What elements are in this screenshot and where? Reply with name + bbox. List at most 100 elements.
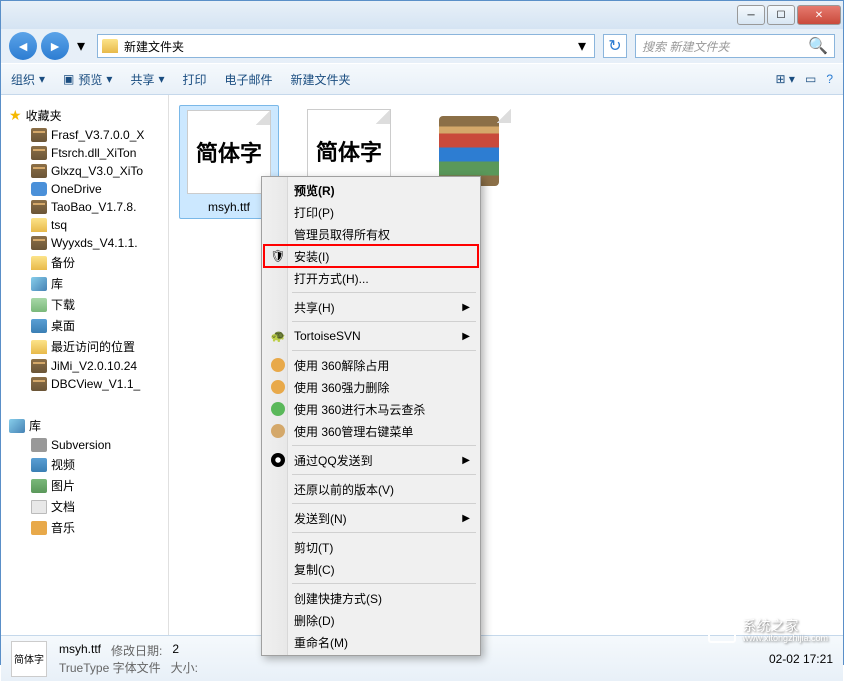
maximize-button[interactable]: ☐ — [767, 5, 795, 25]
menu-item[interactable]: 通过QQ发送到▶ — [264, 449, 478, 471]
folder-icon — [102, 39, 118, 53]
status-right: 02-02 17:21 — [769, 652, 833, 666]
turtle-icon: 🐢 — [270, 328, 286, 344]
watermark: 系统之家 www.xitongzhijia.com — [708, 619, 828, 644]
explorer-window: ─ ☐ ✕ ◄ ► ▾ 新建文件夹 ▾ ↻ 搜索 新建文件夹 🔍 组织 ▾ ▣ … — [0, 0, 844, 665]
refresh-button[interactable]: ↻ — [603, 34, 627, 58]
context-menu: 预览(R) 打印(P)管理员取得所有权 🛡 安装(I) 打开方式(H)... 共享(H)▶… — [261, 176, 481, 656]
libraries-header[interactable]: 库 — [9, 415, 160, 436]
address-text: 新建文件夹 — [124, 38, 574, 55]
menu-item[interactable]: 打开方式(H)... — [264, 267, 478, 289]
menu-label: 安装(I) — [294, 248, 329, 265]
menu-item[interactable]: 🛡 安装(I) — [264, 245, 478, 267]
library-icon — [31, 277, 47, 291]
sidebar-item[interactable]: 备份 — [9, 252, 160, 273]
archive-icon — [31, 128, 47, 142]
back-button[interactable]: ◄ — [9, 32, 37, 60]
menu-label: 通过QQ发送到 — [294, 452, 373, 469]
menu-label: 剪切(T) — [294, 539, 333, 556]
menu-item[interactable]: 预览(R) — [264, 179, 478, 201]
font-thumbnail: 简体字 — [187, 110, 271, 194]
sidebar-item[interactable]: 最近访问的位置 — [9, 336, 160, 357]
sidebar-item[interactable]: 音乐 — [9, 517, 160, 538]
organize-menu[interactable]: 组织 ▾ — [11, 71, 45, 88]
menu-item[interactable]: 复制(C) — [264, 558, 478, 580]
star-icon: ★ — [9, 107, 22, 124]
archive-icon — [31, 377, 47, 391]
watermark-icon — [708, 619, 736, 643]
sidebar-item[interactable]: 视频 — [9, 454, 160, 475]
libraries-section: 库 Subversion 视频 图片 文档 音乐 — [1, 411, 168, 542]
status-date-label: 修改日期: — [111, 642, 162, 659]
new-folder-button[interactable]: 新建文件夹 — [291, 71, 351, 88]
360gold-icon — [270, 423, 286, 439]
preview-button[interactable]: ▣ 预览 ▾ — [63, 71, 112, 88]
print-button[interactable]: 打印 — [182, 71, 206, 88]
menu-item[interactable]: 还原以前的版本(V) — [264, 478, 478, 500]
picture-icon — [31, 479, 47, 493]
sidebar-item[interactable]: tsq — [9, 216, 160, 234]
menu-item[interactable]: 创建快捷方式(S) — [264, 587, 478, 609]
sidebar-item[interactable]: OneDrive — [9, 180, 160, 198]
sidebar-item[interactable]: Ftsrch.dll_XiTon — [9, 144, 160, 162]
menu-item[interactable]: 使用 360强力删除 — [264, 376, 478, 398]
help-button[interactable]: ? — [826, 72, 833, 86]
menu-item[interactable]: 使用 360管理右键菜单 — [264, 420, 478, 442]
menu-separator — [292, 321, 476, 322]
titlebar: ─ ☐ ✕ — [1, 1, 843, 29]
sidebar-item[interactable]: 库 — [9, 273, 160, 294]
menu-item[interactable]: 删除(D) — [264, 609, 478, 631]
360orange-icon — [270, 379, 286, 395]
search-box[interactable]: 搜索 新建文件夹 🔍 — [635, 34, 835, 58]
sidebar-item[interactable]: TaoBao_V1.7.8. — [9, 198, 160, 216]
sidebar-item[interactable]: Frasf_V3.7.0.0_X — [9, 126, 160, 144]
menu-label: 使用 360强力删除 — [294, 379, 389, 396]
menu-item[interactable]: 🐢TortoiseSVN▶ — [264, 325, 478, 347]
sidebar-item[interactable]: DBCView_V1.1_ — [9, 375, 160, 393]
view-options-button[interactable]: ⊞ ▾ — [776, 72, 795, 86]
archive-icon — [31, 146, 47, 160]
sidebar-item[interactable]: Glxzq_V3.0_XiTo — [9, 162, 160, 180]
menu-item[interactable]: 发送到(N)▶ — [264, 507, 478, 529]
menu-item[interactable]: 剪切(T) — [264, 536, 478, 558]
favorites-header[interactable]: ★ 收藏夹 — [9, 105, 160, 126]
forward-button[interactable]: ► — [41, 32, 69, 60]
sidebar-item[interactable]: 图片 — [9, 475, 160, 496]
status-type: TrueType 字体文件 — [59, 659, 161, 676]
email-button[interactable]: 电子邮件 — [225, 71, 273, 88]
menu-item[interactable]: 打印(P) — [264, 201, 478, 223]
sidebar-item[interactable]: 桌面 — [9, 315, 160, 336]
menu-item[interactable]: 共享(H)▶ — [264, 296, 478, 318]
menu-item[interactable]: 使用 360进行木马云查杀 — [264, 398, 478, 420]
minimize-button[interactable]: ─ — [737, 5, 765, 25]
menu-label: 打开方式(H)... — [294, 270, 369, 287]
preview-pane-button[interactable]: ▭ — [805, 72, 816, 86]
shield-icon: 🛡 — [270, 248, 286, 264]
360green-icon — [270, 401, 286, 417]
address-dropdown[interactable]: ▾ — [574, 36, 590, 56]
menu-label: TortoiseSVN — [294, 329, 361, 343]
menu-label: 使用 360进行木马云查杀 — [294, 401, 425, 418]
address-bar[interactable]: 新建文件夹 ▾ — [97, 34, 595, 58]
history-dropdown[interactable]: ▾ — [73, 36, 89, 56]
sidebar-item[interactable]: JiMi_V2.0.10.24 — [9, 357, 160, 375]
menu-label: 删除(D) — [294, 612, 335, 629]
sidebar-item[interactable]: 下载 — [9, 294, 160, 315]
menu-separator — [292, 445, 476, 446]
menu-item[interactable]: 重命名(M) — [264, 631, 478, 653]
menu-item[interactable]: 管理员取得所有权 — [264, 223, 478, 245]
share-button[interactable]: 共享 ▾ — [130, 71, 164, 88]
sidebar-item[interactable]: 文档 — [9, 496, 160, 517]
menu-item[interactable]: 使用 360解除占用 — [264, 354, 478, 376]
close-button[interactable]: ✕ — [797, 5, 841, 25]
sidebar-item[interactable]: Subversion — [9, 436, 160, 454]
search-icon: 🔍 — [808, 36, 828, 56]
status-date-value: 2 — [172, 642, 179, 659]
status-filename: msyh.ttf — [59, 642, 101, 659]
menu-separator — [292, 503, 476, 504]
submenu-arrow-icon: ▶ — [462, 513, 470, 524]
menu-label: 预览(R) — [294, 182, 335, 199]
sidebar-item[interactable]: Wyyxds_V4.1.1. — [9, 234, 160, 252]
menu-separator — [292, 350, 476, 351]
command-bar: 组织 ▾ ▣ 预览 ▾ 共享 ▾ 打印 电子邮件 新建文件夹 ⊞ ▾ ▭ ? — [1, 63, 843, 95]
